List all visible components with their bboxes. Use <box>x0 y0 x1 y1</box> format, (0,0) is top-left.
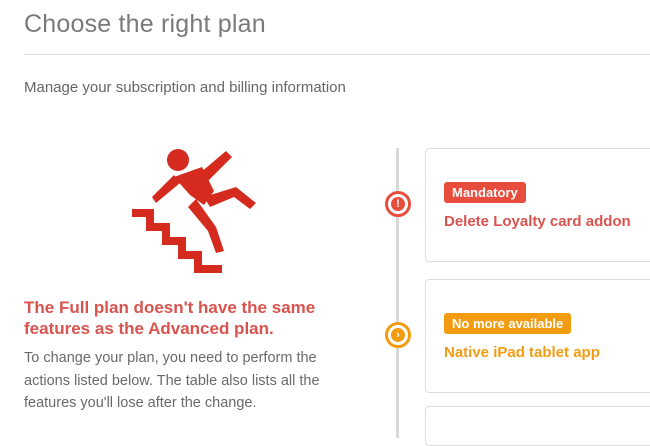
page-title: Choose the right plan <box>24 10 266 38</box>
exclamation-icon: ! <box>391 197 405 211</box>
timeline-marker-unavailable: › <box>385 322 411 348</box>
warning-heading: The Full plan doesn't have the same feat… <box>24 298 316 338</box>
action-card[interactable] <box>425 406 650 446</box>
warning-body: To change your plan, you need to perform… <box>24 350 320 411</box>
timeline-marker-mandatory: ! <box>385 191 411 217</box>
action-card[interactable]: No more available Native iPad tablet app <box>425 279 650 393</box>
falling-down-stairs-icon <box>132 149 256 273</box>
page-subtitle: Manage your subscription and billing inf… <box>24 79 346 96</box>
unavailable-badge: No more available <box>444 313 572 334</box>
action-card[interactable]: Mandatory Delete Loyalty card addon <box>425 148 650 262</box>
mandatory-badge: Mandatory <box>444 182 526 203</box>
action-title[interactable]: Delete Loyalty card addon <box>444 213 631 230</box>
action-title[interactable]: Native iPad tablet app <box>444 344 600 361</box>
title-divider <box>24 54 650 55</box>
chevron-right-icon: › <box>391 328 405 342</box>
